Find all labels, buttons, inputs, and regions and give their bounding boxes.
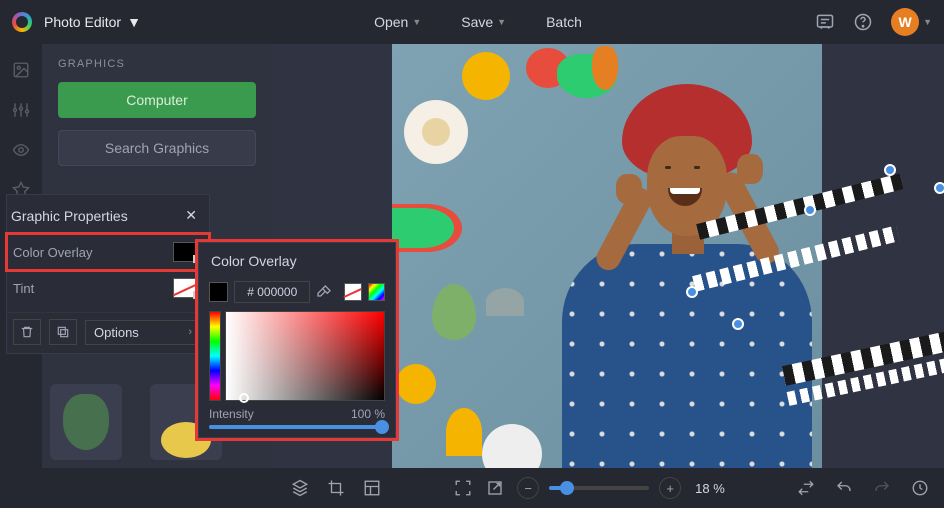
save-menu[interactable]: Save ▼ — [453, 10, 514, 34]
computer-button[interactable]: Computer — [58, 82, 256, 118]
handle-right[interactable] — [934, 182, 944, 194]
zoom-label: 18 % — [695, 481, 725, 496]
intensity-thumb[interactable] — [375, 420, 389, 434]
history-icon[interactable] — [910, 478, 930, 498]
open-menu[interactable]: Open ▼ — [366, 10, 429, 34]
rainbow-swatch[interactable] — [368, 283, 385, 301]
close-icon[interactable]: ✕ — [185, 207, 197, 224]
layers-icon[interactable] — [290, 478, 310, 498]
feedback-icon[interactable] — [815, 12, 835, 32]
layout-icon[interactable] — [362, 478, 382, 498]
crop-icon[interactable] — [326, 478, 346, 498]
zoom-slider[interactable] — [549, 486, 649, 490]
graphics-section-title: GRAPHICS — [58, 58, 256, 70]
user-avatar[interactable]: W — [891, 8, 919, 36]
help-icon[interactable] — [853, 12, 873, 32]
save-label: Save — [461, 14, 493, 30]
chevron-down-icon: ▼ — [127, 14, 141, 30]
zoom-out-button[interactable]: − — [517, 477, 539, 499]
current-color-swatch[interactable] — [209, 282, 228, 302]
photo-preview — [392, 44, 822, 468]
handle-top-left[interactable] — [804, 204, 816, 216]
chevron-down-icon: ▼ — [412, 17, 421, 27]
graphic-properties-panel: Graphic Properties ✕ Color Overlay Tint … — [6, 194, 210, 354]
expand-icon[interactable] — [485, 478, 505, 498]
handle-left[interactable] — [686, 286, 698, 298]
search-graphics-button[interactable]: Search Graphics — [58, 130, 256, 166]
fit-screen-icon[interactable] — [453, 478, 473, 498]
chevron-right-icon: › — [188, 326, 192, 338]
tint-label: Tint — [13, 281, 34, 296]
graphic-thumb-pepper[interactable] — [50, 384, 122, 460]
chevron-down-icon: ▼ — [497, 17, 506, 27]
intensity-label: Intensity — [209, 407, 254, 421]
options-label: Options — [94, 325, 139, 340]
visibility-icon[interactable] — [11, 140, 31, 160]
hex-input[interactable]: # 000000 — [234, 281, 310, 303]
avatar-initial: W — [898, 14, 911, 30]
delete-icon[interactable] — [13, 319, 41, 345]
intensity-value: 100 % — [351, 407, 385, 421]
handle-bottom-left[interactable] — [732, 318, 744, 330]
redo-icon[interactable] — [872, 478, 892, 498]
hue-slider[interactable] — [209, 311, 221, 401]
saturation-value-picker[interactable] — [225, 311, 385, 401]
tint-row[interactable]: Tint — [7, 270, 209, 306]
picker-handle[interactable] — [239, 393, 249, 403]
duplicate-icon[interactable] — [49, 319, 77, 345]
handle-top-right[interactable] — [884, 164, 896, 176]
color-overlay-label: Color Overlay — [13, 245, 92, 260]
color-overlay-popover: Color Overlay # 000000 Intensity 100 % — [198, 242, 396, 438]
app-title-dropdown[interactable]: Photo Editor ▼ — [44, 14, 141, 30]
batch-button[interactable]: Batch — [538, 10, 590, 34]
graphic-properties-title: Graphic Properties — [11, 208, 128, 224]
app-logo — [12, 12, 32, 32]
open-label: Open — [374, 14, 408, 30]
app-title-text: Photo Editor — [44, 14, 121, 30]
batch-label: Batch — [546, 14, 582, 30]
color-overlay-row[interactable]: Color Overlay — [7, 234, 209, 270]
options-dropdown[interactable]: Options › — [85, 320, 201, 345]
compare-icon[interactable] — [796, 478, 816, 498]
zoom-in-button[interactable]: + — [659, 477, 681, 499]
color-overlay-popover-title: Color Overlay — [199, 243, 395, 277]
sliders-icon[interactable] — [11, 100, 31, 120]
zoom-thumb[interactable] — [560, 481, 574, 495]
chevron-down-icon: ▼ — [923, 17, 932, 27]
intensity-slider[interactable] — [209, 425, 385, 429]
undo-icon[interactable] — [834, 478, 854, 498]
image-tool-icon[interactable] — [11, 60, 31, 80]
no-color-swatch[interactable] — [344, 283, 361, 301]
eyedropper-icon[interactable] — [316, 284, 332, 300]
